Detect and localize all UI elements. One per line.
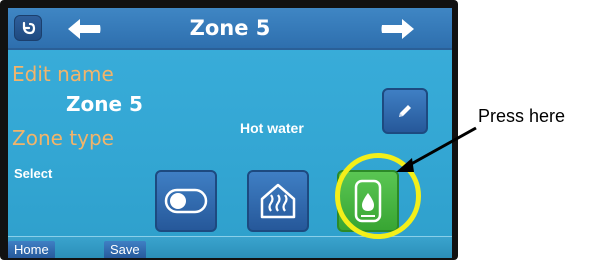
annotation-label: Press here <box>478 106 566 126</box>
annotation-arrow-icon <box>396 126 477 172</box>
